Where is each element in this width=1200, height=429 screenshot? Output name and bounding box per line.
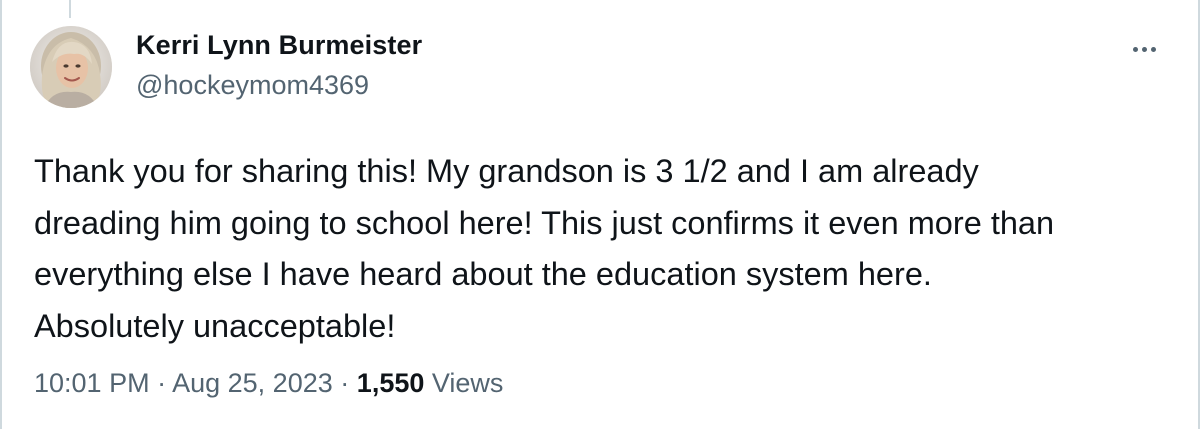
tweet-date[interactable]: Aug 25, 2023 (172, 368, 333, 398)
meta-separator: · (157, 368, 167, 398)
tweet-text-line: everything else I have heard about the e… (34, 256, 932, 292)
tweet-metadata: 10:01 PM · Aug 25, 2023 · 1,550 Views (34, 368, 503, 399)
author-display-name[interactable]: Kerri Lynn Burmeister (136, 30, 422, 61)
tweet-card: Kerri Lynn Burmeister @hockeymom4369 Tha… (0, 0, 1200, 429)
avatar-image (30, 26, 112, 108)
tweet-text-line: Absolutely unacceptable! (34, 307, 396, 344)
meta-separator: · (340, 368, 350, 398)
view-count: 1,550 (356, 368, 425, 398)
thread-connector-line (69, 0, 71, 18)
tweet-time[interactable]: 10:01 PM (34, 368, 150, 398)
tweet-text-line: dreading him going to school here! This … (34, 204, 1055, 241)
more-horizontal-icon[interactable] (1122, 36, 1166, 62)
more-dot (1150, 46, 1156, 52)
author-handle[interactable]: @hockeymom4369 (136, 70, 369, 101)
more-dot (1132, 46, 1138, 52)
views-label: Views (431, 368, 504, 398)
tweet-text: Thank you for sharing this! My grandson … (34, 146, 1174, 352)
avatar[interactable] (30, 26, 112, 108)
tweet-text-line: Thank you for sharing this! My grandson … (34, 153, 979, 189)
more-dot (1141, 46, 1147, 52)
